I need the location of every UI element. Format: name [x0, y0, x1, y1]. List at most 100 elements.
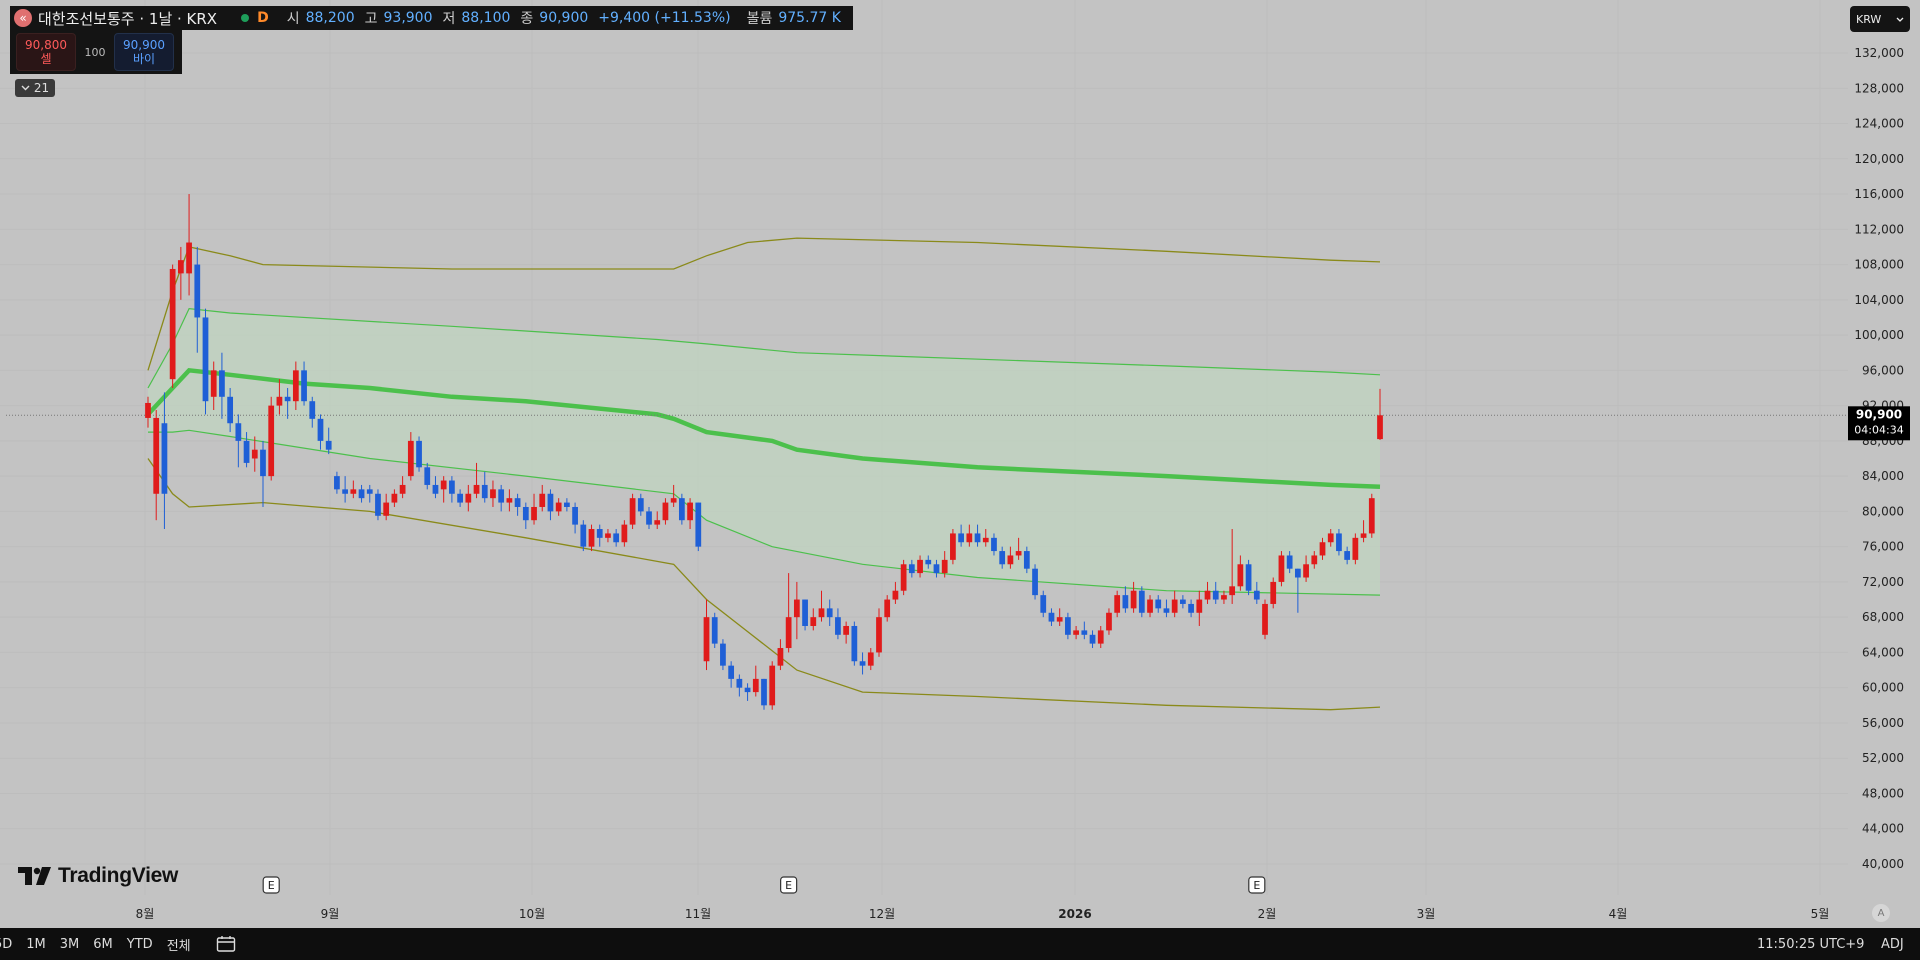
candle-body	[744, 687, 751, 693]
candle-body	[1327, 533, 1334, 543]
time-tick: 12월	[869, 907, 895, 921]
candle-body	[1303, 564, 1309, 578]
candle-body	[1130, 590, 1137, 609]
candle	[662, 498, 669, 525]
candle-body	[637, 498, 644, 512]
candle-body	[999, 551, 1006, 565]
quantity-value[interactable]: 100	[82, 46, 108, 59]
range-5d[interactable]: 5D	[0, 937, 19, 952]
candle-body	[1377, 415, 1383, 440]
candle-body	[892, 590, 899, 600]
band-fill	[148, 308, 1380, 596]
candle-body	[1032, 568, 1038, 596]
price-tick: 40,000	[1862, 857, 1904, 871]
candle-body	[383, 502, 390, 516]
candle-body	[243, 440, 250, 463]
clock[interactable]: 11:50:25 UTC+9	[1757, 928, 1864, 960]
candle	[859, 652, 866, 675]
candle-body	[564, 502, 570, 507]
range-ytd[interactable]: YTD	[120, 937, 160, 952]
range-3m[interactable]: 3M	[53, 937, 87, 952]
symbol-title[interactable]: 대한조선보통주 · 1날 · KRX	[38, 8, 217, 29]
candle-body	[186, 242, 192, 274]
candle	[169, 264, 176, 388]
candle-body	[153, 417, 160, 494]
price-chart[interactable]: EEE 132,000128,000124,000120,000116,0001…	[0, 0, 1920, 960]
candle	[818, 590, 825, 622]
candle	[646, 506, 652, 530]
time-axis: 8월 9월 10월 11월 12월 2026 2월 3월 4월 5월	[136, 907, 1830, 921]
buy-label: 바이	[132, 52, 156, 66]
candle-body	[161, 423, 168, 494]
candle-body	[1344, 551, 1351, 560]
candle-body	[917, 559, 923, 574]
logo-text: TradingView	[58, 864, 179, 887]
price-tick: 80,000	[1862, 504, 1904, 518]
candle-body	[145, 402, 151, 418]
candle	[1147, 595, 1153, 618]
candle-body	[481, 484, 488, 499]
candle	[1122, 586, 1129, 613]
candle-body	[596, 529, 603, 538]
price-tick: 116,000	[1854, 187, 1904, 201]
candle-body	[1229, 586, 1236, 596]
candle	[744, 683, 751, 701]
candle-body	[736, 678, 743, 688]
candle	[613, 529, 620, 547]
volume-label: 볼륨	[746, 11, 773, 27]
candle	[1106, 608, 1112, 635]
price-tick: 132,000	[1854, 46, 1904, 60]
candle	[153, 410, 160, 521]
candle-body	[1114, 595, 1121, 613]
trade-panel: 90,800 셀 100 90,900 바이	[10, 30, 182, 74]
auto-scale-button[interactable]: A	[1872, 904, 1890, 922]
candle-body	[876, 617, 882, 653]
candle	[366, 484, 373, 503]
candle	[695, 502, 702, 552]
candle	[399, 476, 406, 499]
current-price: 90,900	[1856, 407, 1902, 421]
candle	[1089, 630, 1096, 649]
candle-body	[1138, 590, 1145, 613]
buy-button[interactable]: 90,900 바이	[114, 33, 174, 71]
tradingview-logo[interactable]: TradingView	[18, 864, 178, 888]
candle-body	[621, 524, 628, 543]
currency-button[interactable]: KRW	[1850, 6, 1910, 32]
price-tick: 112,000	[1854, 222, 1904, 236]
candle-body	[407, 440, 414, 477]
adj-toggle[interactable]: ADJ	[1881, 928, 1904, 960]
candle-body	[325, 440, 332, 450]
sell-button[interactable]: 90,800 셀	[16, 33, 76, 71]
candle-body	[720, 643, 726, 666]
candle-body	[268, 405, 275, 477]
candle-body	[1171, 599, 1178, 613]
calendar-range-icon[interactable]	[216, 935, 236, 953]
candle-body	[1270, 581, 1277, 604]
bottom-toolbar: 5D 1M 3M 6M YTD 전체 11:50:25 UTC+9 ADJ	[0, 928, 1920, 960]
symbol-header: « 대한조선보통주 · 1날 · KRX D 시 88,200 고 93,900 저…	[10, 6, 853, 30]
price-tick: 128,000	[1854, 81, 1904, 95]
candle-body	[1221, 595, 1227, 600]
buy-price: 90,900	[123, 38, 165, 52]
candle-body	[572, 506, 578, 525]
candle-body	[654, 520, 661, 525]
candle-body	[358, 489, 365, 499]
candle	[1245, 559, 1252, 596]
candle	[514, 493, 521, 516]
range-all[interactable]: 전체	[160, 935, 198, 954]
candle-body	[761, 678, 767, 706]
indicator-count: 21	[33, 81, 50, 95]
chevrons-left-icon[interactable]: «	[14, 9, 32, 27]
candle	[580, 520, 587, 552]
range-1m[interactable]: 1M	[19, 937, 53, 952]
candle-body	[490, 489, 496, 499]
earnings-marker-label: E	[1253, 879, 1260, 892]
countdown: 04:04:34	[1854, 423, 1903, 436]
candle-body	[194, 264, 201, 318]
range-6m[interactable]: 6M	[86, 937, 120, 952]
indicator-toggle[interactable]: 21	[15, 79, 55, 97]
candle-body	[580, 524, 587, 547]
candle-body	[1089, 634, 1096, 644]
candle-body	[416, 440, 422, 468]
price-tick: 60,000	[1862, 681, 1904, 695]
